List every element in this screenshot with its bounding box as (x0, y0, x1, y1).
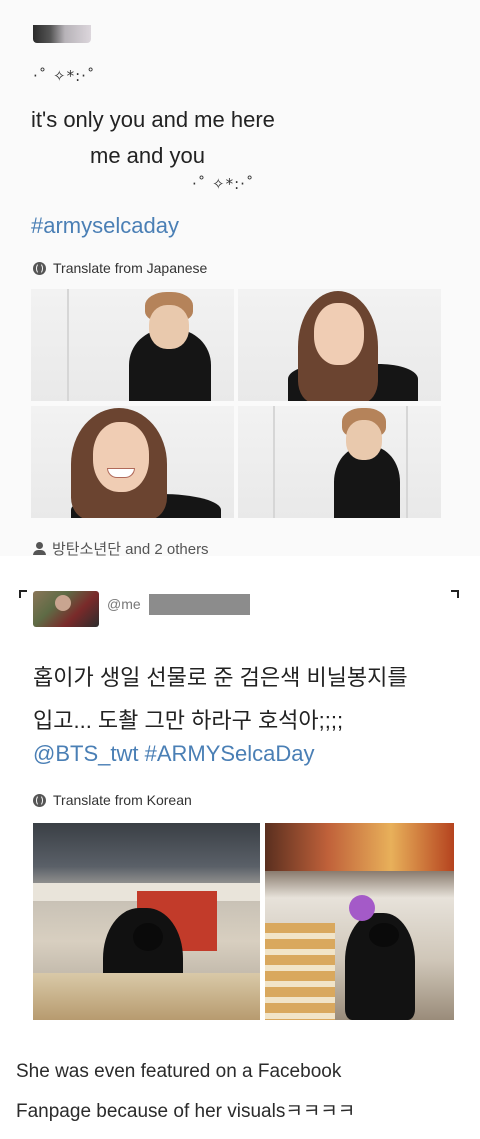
tweet-text-line: 홉이가 생일 선물로 준 검은색 비닐봉지를 (33, 665, 408, 690)
donut-shelf (265, 923, 335, 1020)
globe-icon (33, 793, 46, 807)
hashtag-link[interactable]: #armyselcaday (31, 213, 179, 239)
redaction-bar (149, 594, 250, 615)
sparkle-decoration: ·˚ ✧*:·˚ (192, 175, 255, 193)
photo-selfie-male-1[interactable] (31, 289, 234, 401)
photo-selfie-female-1[interactable] (238, 289, 441, 401)
likes-label: 방탄소년단 and 2 others (52, 541, 209, 558)
face (93, 422, 149, 492)
globe-icon (33, 261, 46, 275)
tweet-text-line: it's only you and me here (31, 107, 275, 132)
cap (369, 923, 399, 947)
menu-board (265, 823, 454, 871)
person-icon (33, 542, 46, 555)
photo-selfie-male-2[interactable] (238, 406, 441, 518)
user-handle[interactable]: @me (107, 596, 141, 612)
translate-button[interactable]: Translate from Korean (33, 792, 192, 808)
wall-panel (406, 406, 408, 518)
caption-line: She was even featured on a Facebook (16, 1061, 342, 1082)
cap (133, 923, 163, 951)
mention-hashtag-links[interactable]: @BTS_twt #ARMYSelcaDay (33, 741, 315, 767)
photo-store-1[interactable] (33, 823, 260, 1020)
crop-corner (451, 590, 459, 598)
avatar[interactable] (33, 591, 99, 627)
wall-panel (273, 406, 275, 518)
tweet-text-line: 입고... 도촬 그만 하라구 호석아;;;; (33, 708, 344, 733)
caption-line: Fanpage because of her visualsㅋㅋㅋㅋ (16, 1101, 356, 1122)
wall-panel (67, 289, 69, 401)
translate-button[interactable]: Translate from Japanese (33, 260, 207, 276)
tweet-text-line: me and you (90, 143, 205, 168)
photo-selfie-female-2[interactable] (31, 406, 234, 518)
translate-label: Translate from Japanese (53, 260, 208, 276)
face (346, 420, 382, 460)
counter (33, 973, 260, 1020)
translate-label: Translate from Korean (53, 792, 192, 808)
face (314, 303, 364, 365)
likes-row[interactable]: 방탄소년단 and 2 others (33, 538, 209, 559)
sparkle-decoration: ·˚ ✧*:·˚ (33, 67, 96, 85)
lantern (349, 895, 375, 921)
face (149, 305, 189, 349)
tweet-card-1: ·˚ ✧*:·˚ it's only you and me here me an… (0, 0, 480, 559)
avatar[interactable] (33, 25, 91, 43)
photo-store-2[interactable] (265, 823, 454, 1020)
crop-corner (19, 590, 27, 598)
